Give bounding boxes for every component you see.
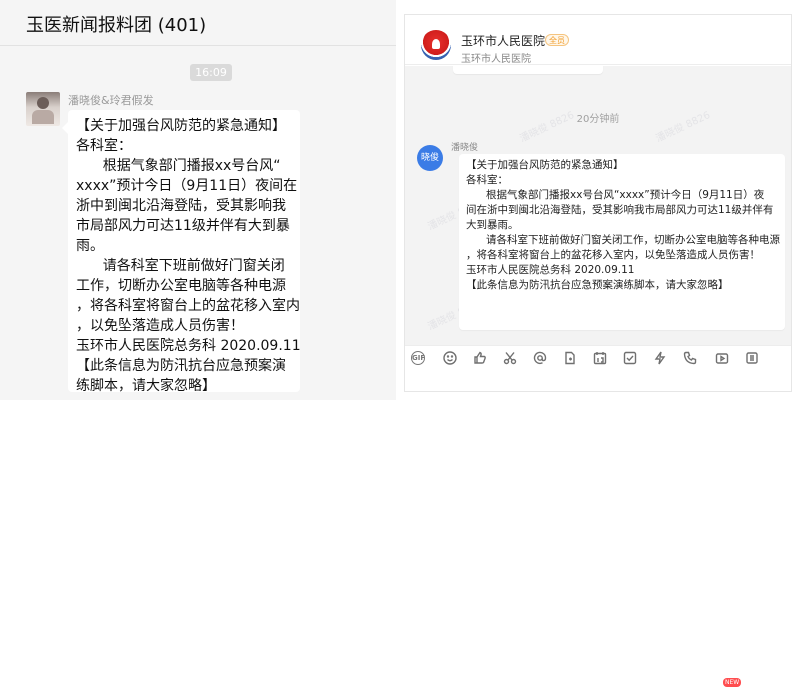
message-line: ，将各科室将窗台上的盆花移入室内，以免坠落造成人员伤害！: [466, 249, 760, 261]
thumbs-up-icon[interactable]: [473, 351, 487, 365]
left-chat-panel: 玉医新闻报料团 (401) 16:09 潘晓俊&玲君假发 【关于加强台风防范的紧…: [0, 0, 396, 400]
message-line: 玉环市人民医院总务科 2020.09.11: [76, 338, 301, 354]
message-line: 浙中到闽北沿海登陆，受其影响我: [76, 198, 286, 214]
message-line: 市局部风力可达11级并伴有大到暴: [76, 218, 290, 234]
calendar-icon[interactable]: [593, 351, 607, 365]
message-line: 各科室：: [466, 174, 508, 186]
group-title: 玉医新闻报料团 (401): [26, 15, 207, 36]
message-line: 【关于加强台风防范的紧急通知】: [466, 159, 624, 171]
at-icon[interactable]: [533, 351, 547, 365]
message-line: 练脚本，请大家忽略】: [76, 378, 216, 394]
message-line: 大到暴雨。: [466, 219, 519, 231]
message-timestamp: 16:09: [190, 64, 232, 81]
message-line: 【关于加强台风防范的紧急通知】: [76, 118, 286, 134]
phone-icon[interactable]: [683, 351, 697, 365]
message-line: 请各科室下班前做好门窗关闭工作，切断办公室电脑等各种电源: [466, 234, 781, 246]
lightning-icon[interactable]: [653, 351, 667, 365]
message-bubble[interactable]: 【关于加强台风防范的紧急通知】 各科室： 根据气象部门播报xx号台风“ xxxx…: [62, 110, 301, 394]
message-line: 玉环市人民医院总务科 2020.09.11: [466, 264, 635, 276]
group-subtitle: 玉环市人民医院: [461, 54, 531, 65]
emoji-icon[interactable]: [443, 351, 457, 365]
chat-header: 玉医新闻报料团 (401): [0, 0, 396, 46]
new-badge: NEW: [723, 678, 742, 687]
chat-area[interactable]: 潘晓俊 8826 潘晓俊 8826 潘晓俊 8826 潘晓俊 8826 20分钟…: [405, 66, 791, 345]
sender-avatar[interactable]: 晓俊: [417, 145, 443, 171]
message-line: ，以免坠落造成人员伤害！: [76, 318, 244, 334]
scissors-icon[interactable]: [503, 351, 517, 365]
more-icon[interactable]: [745, 351, 759, 365]
video-icon[interactable]: [715, 351, 729, 365]
right-chat-panel: 玉环市人民医院 全员 玉环市人民医院 潘晓俊 8826 潘晓俊 8826 潘晓俊…: [404, 14, 792, 687]
message-line: 【此条信息为防汛抗台应急预案演练脚本，请大家忽略】: [466, 279, 729, 291]
hospital-logo-icon[interactable]: [421, 30, 451, 60]
sender-name: 潘晓俊&玲君假发: [68, 94, 154, 107]
previous-message-bubble[interactable]: [453, 66, 603, 74]
message-line: 请各科室下班前做好门窗关闭: [76, 258, 285, 274]
input-toolbar: GIF NEW: [405, 345, 791, 687]
message-line: xxxx”预计今日（9月11日）夜间在: [76, 178, 298, 194]
message-bubble[interactable]: 【关于加强台风防范的紧急通知】 各科室： 根据气象部门播报xx号台风“xxxx”…: [459, 154, 785, 330]
chat-header: 玉环市人民医院 全员 玉环市人民医院: [405, 15, 791, 65]
message-line: 根据气象部门播报xx号台风“: [76, 158, 281, 174]
message-line: 【此条信息为防汛抗台应急预案演: [76, 358, 286, 374]
gif-icon[interactable]: GIF: [411, 351, 425, 365]
message-line: 雨。: [76, 238, 104, 254]
group-name: 玉环市人民医院: [461, 34, 546, 48]
message-line: 工作，切断办公室电脑等各种电源: [76, 278, 286, 294]
file-icon[interactable]: [563, 351, 577, 365]
message-line: 间在浙中到闽北沿海登陆，受其影响我市局部风力可达11级并伴有: [466, 204, 774, 216]
sender-avatar[interactable]: [26, 92, 60, 126]
message-line: ，将各科室将窗台上的盆花移入室内: [76, 298, 300, 314]
checkbox-icon[interactable]: [623, 351, 637, 365]
member-badge: 全员: [545, 34, 569, 46]
sender-name: 潘晓俊: [451, 143, 479, 153]
message-line: 各科室：: [76, 138, 132, 154]
message-line: 根据气象部门播报xx号台风“xxxx”预计今日（9月11日）夜: [466, 189, 765, 201]
message-timestamp: 20分钟前: [576, 114, 620, 125]
